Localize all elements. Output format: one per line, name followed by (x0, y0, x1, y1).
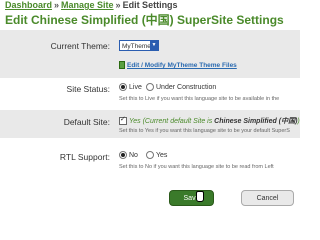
rtl-no-label: No (129, 151, 138, 159)
settings-form: Current Theme: MyTheme ▼ Edit / Modify M… (0, 30, 300, 180)
cancel-button[interactable]: Cancel (241, 190, 294, 206)
default-site-checkbox[interactable] (119, 115, 127, 125)
rtl-option-no[interactable]: No (119, 151, 138, 159)
save-button[interactable]: Save (169, 190, 214, 206)
breadcrumb-current: Edit Settings (122, 0, 178, 10)
breadcrumb: Dashboard» Manage Site» Edit Settings (5, 0, 178, 11)
default-site-prefix: Yes (Current default Site is (128, 118, 215, 125)
status-live-label: Live (129, 83, 142, 91)
breadcrumb-dashboard-link[interactable]: Dashboard (5, 0, 52, 10)
default-site-option[interactable]: Yes (Current default Site is Chinese Sim… (119, 115, 300, 126)
rtl-no-radio[interactable] (119, 151, 127, 159)
rtl-support-label: RTL Support: (59, 152, 110, 162)
default-site-label: Default Site: (63, 117, 110, 127)
status-option-live[interactable]: Live (119, 83, 142, 91)
site-status-row: Site Status: Live Under Construction Set… (0, 80, 300, 108)
theme-label: Current Theme: (50, 41, 110, 51)
theme-select-value: MyTheme (122, 43, 151, 50)
breadcrumb-separator: » (115, 0, 121, 10)
breadcrumb-manage-site-link[interactable]: Manage Site (61, 0, 114, 10)
chevron-down-icon: ▼ (150, 41, 158, 50)
rtl-yes-radio[interactable] (146, 151, 154, 159)
rtl-support-help: Set this to No if you want this language… (119, 164, 274, 170)
page-title: Edit Chinese Simplified (中国) SuperSite S… (5, 13, 284, 27)
hand-cursor-icon (196, 191, 204, 202)
status-option-under-construction[interactable]: Under Construction (146, 83, 216, 91)
status-under-construction-radio[interactable] (146, 83, 154, 91)
site-status-label: Site Status: (66, 84, 110, 94)
rtl-option-yes[interactable]: Yes (146, 151, 167, 159)
default-site-name: Chinese Simplified (中国) (214, 118, 298, 125)
theme-row: Current Theme: MyTheme ▼ Edit / Modify M… (0, 30, 300, 78)
status-live-radio[interactable] (119, 83, 127, 91)
edit-file-icon (119, 61, 125, 69)
edit-theme-files-link[interactable]: Edit / Modify MyTheme Theme Files (127, 62, 237, 69)
site-status-help: Set this to Live if you want this langua… (119, 96, 280, 102)
theme-select[interactable]: MyTheme ▼ (119, 40, 159, 51)
default-site-help: Set this to Yes if you want this languag… (119, 128, 290, 134)
status-under-construction-label: Under Construction (156, 83, 217, 91)
default-site-row: Default Site: Yes (Current default Site … (0, 110, 300, 138)
rtl-support-row: RTL Support: No Yes Set this to No if yo… (0, 148, 300, 176)
breadcrumb-separator: » (54, 0, 60, 10)
default-site-suffix: ) (297, 118, 300, 125)
rtl-yes-label: Yes (156, 151, 168, 159)
default-site-text: Yes (Current default Site is Chinese Sim… (129, 118, 300, 125)
